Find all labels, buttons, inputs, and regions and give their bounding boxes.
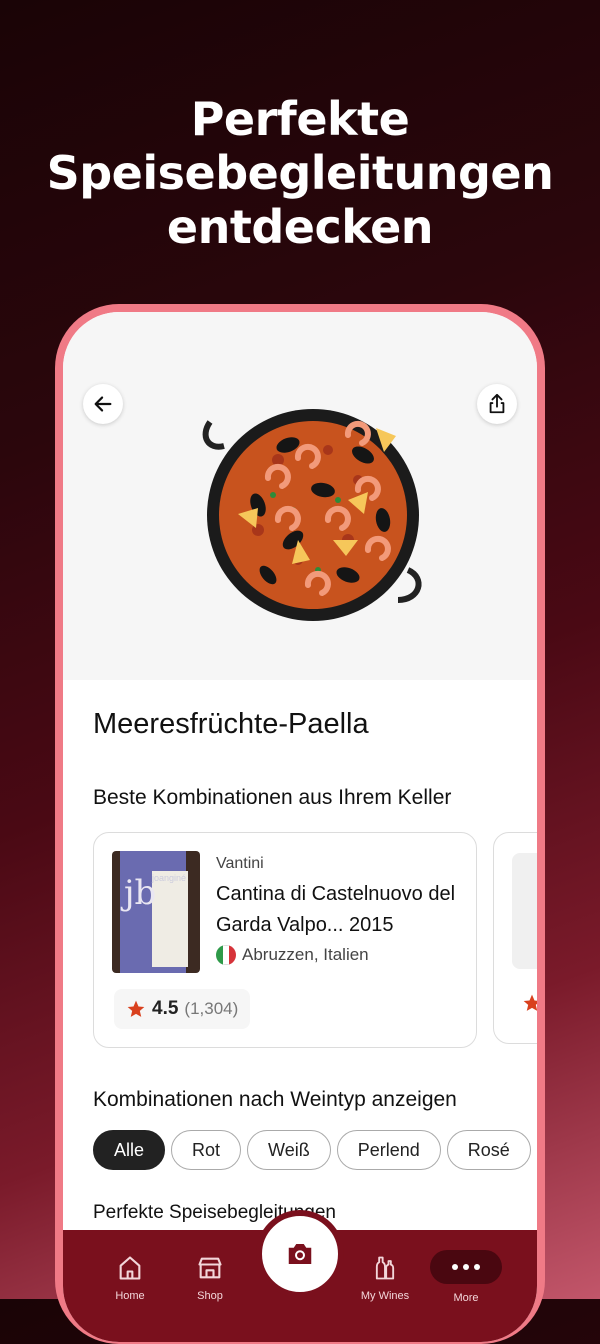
- star-icon: [523, 994, 537, 1011]
- home-icon: [119, 1256, 141, 1280]
- more-dots-icon: [430, 1250, 502, 1284]
- wine-card-next[interactable]: [493, 832, 537, 1044]
- nav-home[interactable]: Home: [100, 1254, 160, 1302]
- nav-home-label: Home: [115, 1290, 145, 1302]
- wine-name: Cantina di Castelnuovo del Garda Valpo..…: [216, 883, 456, 936]
- rating-value: 4.5: [152, 998, 179, 1019]
- nav-shop-label: Shop: [197, 1290, 223, 1302]
- wine-image-placeholder: [512, 853, 537, 969]
- app-screen: Meeresfrüchte-Paella Beste Kombinationen…: [63, 312, 537, 1342]
- wine-region-label: Abruzzen, Italien: [242, 945, 369, 964]
- wine-rating: 4.5 (1,304): [114, 989, 251, 1029]
- nav-more[interactable]: More: [430, 1250, 502, 1304]
- filter-chip-rot[interactable]: Rot: [171, 1130, 242, 1170]
- cellar-heading: Beste Kombinationen aus Ihrem Keller: [93, 786, 452, 809]
- by-type-heading: Kombinationen nach Weintyp anzeigen: [93, 1088, 457, 1111]
- bottle-label-brand: joanginé: [152, 873, 187, 883]
- filter-chip-perlend[interactable]: Perlend: [336, 1130, 441, 1170]
- rating-count: (1,304): [184, 999, 239, 1018]
- star-icon: [127, 1000, 145, 1017]
- nav-shop[interactable]: Shop: [180, 1254, 240, 1302]
- paella-image: [202, 409, 422, 621]
- share-icon: [489, 393, 505, 414]
- share-button[interactable]: [477, 384, 517, 424]
- shop-icon: [198, 1257, 222, 1279]
- wine-bottle-image: jb joanginé: [112, 851, 200, 973]
- nav-my-wines-label: My Wines: [360, 1290, 410, 1302]
- wine-bottles-icon: [375, 1256, 395, 1280]
- wine-type-filters: Alle Rot Weiß Perlend Rosé: [93, 1130, 531, 1170]
- filter-chip-alle[interactable]: Alle: [93, 1130, 166, 1170]
- nav-my-wines[interactable]: My Wines: [355, 1254, 415, 1302]
- camera-icon: [288, 1244, 312, 1264]
- back-button[interactable]: [83, 384, 123, 424]
- wine-region: Abruzzen, Italien: [216, 945, 369, 965]
- nav-more-label: More: [453, 1292, 479, 1304]
- headline: Perfekte Speisebegleitungen entdecken: [46, 92, 554, 254]
- wine-card[interactable]: jb joanginé Vantini Cantina di Castelnuo…: [93, 832, 477, 1048]
- dish-hero: [63, 312, 537, 680]
- dish-title: Meeresfrüchte-Paella: [93, 708, 369, 740]
- phone-frame: Meeresfrüchte-Paella Beste Kombinationen…: [55, 304, 545, 1344]
- italy-flag-icon: [216, 945, 236, 965]
- camera-scan-button[interactable]: [256, 1210, 344, 1298]
- filter-chip-rose[interactable]: Rosé: [446, 1130, 531, 1170]
- wine-producer: Vantini: [216, 855, 264, 872]
- arrow-left-icon: [94, 396, 112, 412]
- filter-chip-weiss[interactable]: Weiß: [247, 1130, 331, 1170]
